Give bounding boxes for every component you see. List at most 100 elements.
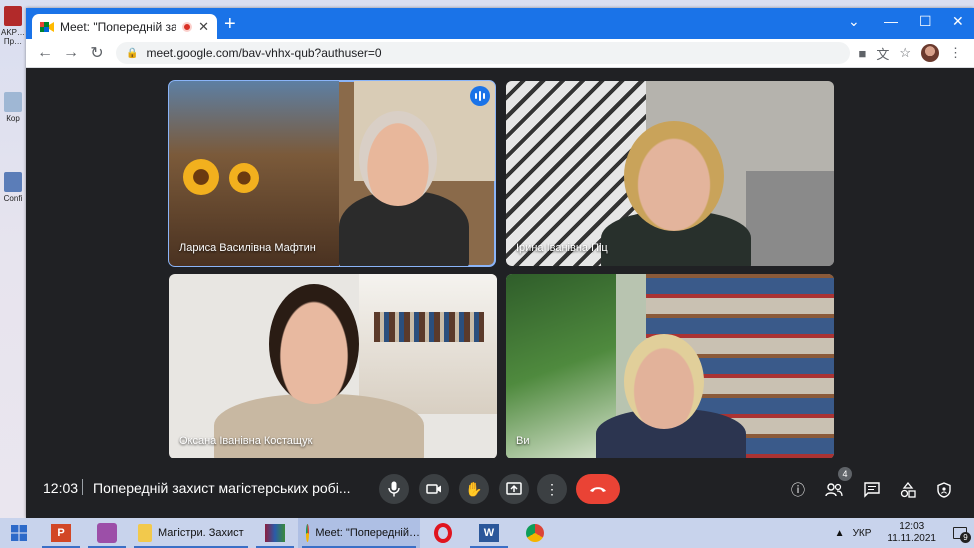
raise-hand-button[interactable]: ✋ [459, 474, 489, 504]
bookshelf [359, 274, 497, 414]
close-window-button[interactable]: ✕ [952, 13, 964, 30]
divider [82, 479, 83, 495]
participant-name: Ірина Іванівна Піц [516, 242, 608, 254]
clock-date: 11.11.2021 [887, 533, 936, 544]
person-face [359, 111, 437, 206]
taskbar-opera[interactable] [420, 518, 466, 548]
meeting-title: Попередній захист магістерських робі... [93, 480, 351, 496]
new-tab-button[interactable]: + [224, 14, 236, 34]
word-icon: W [479, 524, 499, 542]
desktop-icon-label: Кор [6, 114, 20, 123]
person-body [214, 394, 424, 459]
video-grid: Лариса Василівна Мафтин Ірина Іванівна П… [26, 68, 974, 459]
tab-search-icon[interactable]: ⌄ [848, 13, 860, 30]
action-center-button[interactable]: 9 [946, 518, 974, 548]
chair [746, 171, 834, 266]
archive-icon [265, 524, 285, 542]
taskbar-powerpoint[interactable]: P [38, 518, 84, 548]
desktop-icon-label: Confi [3, 194, 23, 203]
browser-toolbar: ← → ↻ 🔒 meet.google.com/bav-vhhx-qub?aut… [26, 39, 974, 68]
clock-time: 12:03 [899, 521, 925, 532]
archive-icon [4, 6, 22, 26]
taskbar: P Магістри. Захист Meet: "Попередній… W … [0, 518, 974, 548]
app-icon [4, 172, 22, 192]
system-tray: ▲ УКР 12:03 11.11.2021 9 [835, 518, 974, 548]
taskbar-pdf[interactable] [84, 518, 130, 548]
host-controls-icon[interactable] [934, 480, 954, 500]
powerpoint-icon: P [51, 524, 71, 542]
person-face [269, 284, 359, 404]
taskbar-chrome-meet[interactable]: Meet: "Попередній… [298, 518, 420, 548]
maximize-button[interactable]: ☐ [919, 13, 932, 30]
windows-logo-icon [11, 525, 27, 541]
video-camera-icon [426, 484, 441, 494]
translate-icon[interactable]: 文 [876, 44, 889, 63]
more-vert-icon: ⋮ [545, 480, 559, 497]
microphone-icon [388, 481, 400, 497]
people-icon[interactable] [824, 480, 844, 500]
clock[interactable]: 12:03 11.11.2021 [887, 521, 936, 545]
present-screen-button[interactable] [499, 474, 529, 504]
opera-icon [434, 523, 452, 543]
participant-count-badge: 4 [838, 467, 852, 481]
participant-name: Оксана Іванівна Костащук [179, 435, 313, 447]
taskbar-word[interactable]: W [466, 518, 512, 548]
forward-button[interactable]: → [58, 44, 84, 62]
folder-icon [138, 524, 152, 542]
taskbar-winrar[interactable] [252, 518, 298, 548]
notification-count: 9 [960, 532, 971, 543]
microphone-button[interactable] [379, 474, 409, 504]
taskbar-item-label: Meet: "Попередній… [315, 527, 420, 539]
taskbar-item-label: Магістри. Захист [158, 527, 244, 539]
camera-button[interactable] [419, 474, 449, 504]
participant-tile[interactable]: Ірина Іванівна Піц [506, 81, 834, 266]
hand-icon: ✋ [465, 480, 483, 497]
taskbar-chrome[interactable] [512, 518, 558, 548]
menu-icon[interactable]: ⋮ [949, 45, 962, 61]
address-bar[interactable]: 🔒 meet.google.com/bav-vhhx-qub?authuser=… [116, 42, 851, 64]
meeting-details-icon[interactable]: ⓘ [788, 480, 808, 500]
sunflower [183, 159, 219, 195]
title-bar: Meet: "Попередній захист м ✕ + ⌄ — ☐ ✕ [26, 8, 974, 39]
show-hidden-icons-icon[interactable]: ▲ [835, 528, 845, 539]
browser-tab[interactable]: Meet: "Попередній захист м ✕ [32, 14, 217, 39]
camera-indicator-icon[interactable]: ■ [858, 46, 866, 61]
meet-logo-icon [40, 21, 54, 33]
sunflower [229, 163, 259, 193]
recording-icon [182, 21, 193, 32]
speaking-indicator-icon [470, 86, 490, 106]
start-button[interactable] [0, 518, 38, 548]
url-text: meet.google.com/bav-vhhx-qub?authuser=0 [146, 46, 382, 60]
books [374, 312, 484, 342]
lock-icon: 🔒 [126, 47, 139, 59]
person-face [624, 121, 724, 231]
desktop-icon[interactable]: Confi [0, 172, 26, 203]
desktop-icon[interactable]: Кор [0, 92, 26, 123]
activities-icon[interactable] [898, 480, 918, 500]
recycle-bin-icon [4, 92, 22, 112]
desktop-icon-label: AKP… Пр… [0, 28, 25, 46]
input-language[interactable]: УКР [853, 528, 872, 539]
participant-tile[interactable]: Лариса Василівна Мафтин [168, 80, 496, 267]
tab-title: Meet: "Попередній захист м [60, 19, 177, 34]
profile-avatar[interactable] [921, 44, 939, 62]
participant-name: Лариса Василівна Мафтин [179, 242, 316, 254]
reload-button[interactable]: ↻ [84, 43, 110, 63]
close-tab-icon[interactable]: ✕ [198, 19, 209, 35]
meeting-controls-bar: 12:03 Попередній захист магістерських ро… [26, 458, 974, 518]
participant-name: Ви [516, 435, 530, 447]
meeting-time: 12:03 [43, 480, 79, 496]
chat-icon[interactable] [862, 480, 882, 500]
desktop-icon[interactable]: AKP… Пр… [0, 6, 26, 46]
end-call-button[interactable] [576, 474, 620, 504]
pdf-icon [97, 523, 117, 543]
minimize-button[interactable]: — [884, 13, 898, 29]
participant-tile[interactable]: Оксана Іванівна Костащук [169, 274, 497, 459]
taskbar-folder[interactable]: Магістри. Захист [130, 518, 252, 548]
bookmark-star-icon[interactable]: ☆ [899, 45, 911, 61]
person-face [624, 334, 704, 429]
participant-tile[interactable]: Ви [506, 274, 834, 459]
more-options-button[interactable]: ⋮ [537, 474, 567, 504]
browser-window: Meet: "Попередній захист м ✕ + ⌄ — ☐ ✕ ←… [26, 8, 974, 518]
back-button[interactable]: ← [32, 44, 58, 62]
